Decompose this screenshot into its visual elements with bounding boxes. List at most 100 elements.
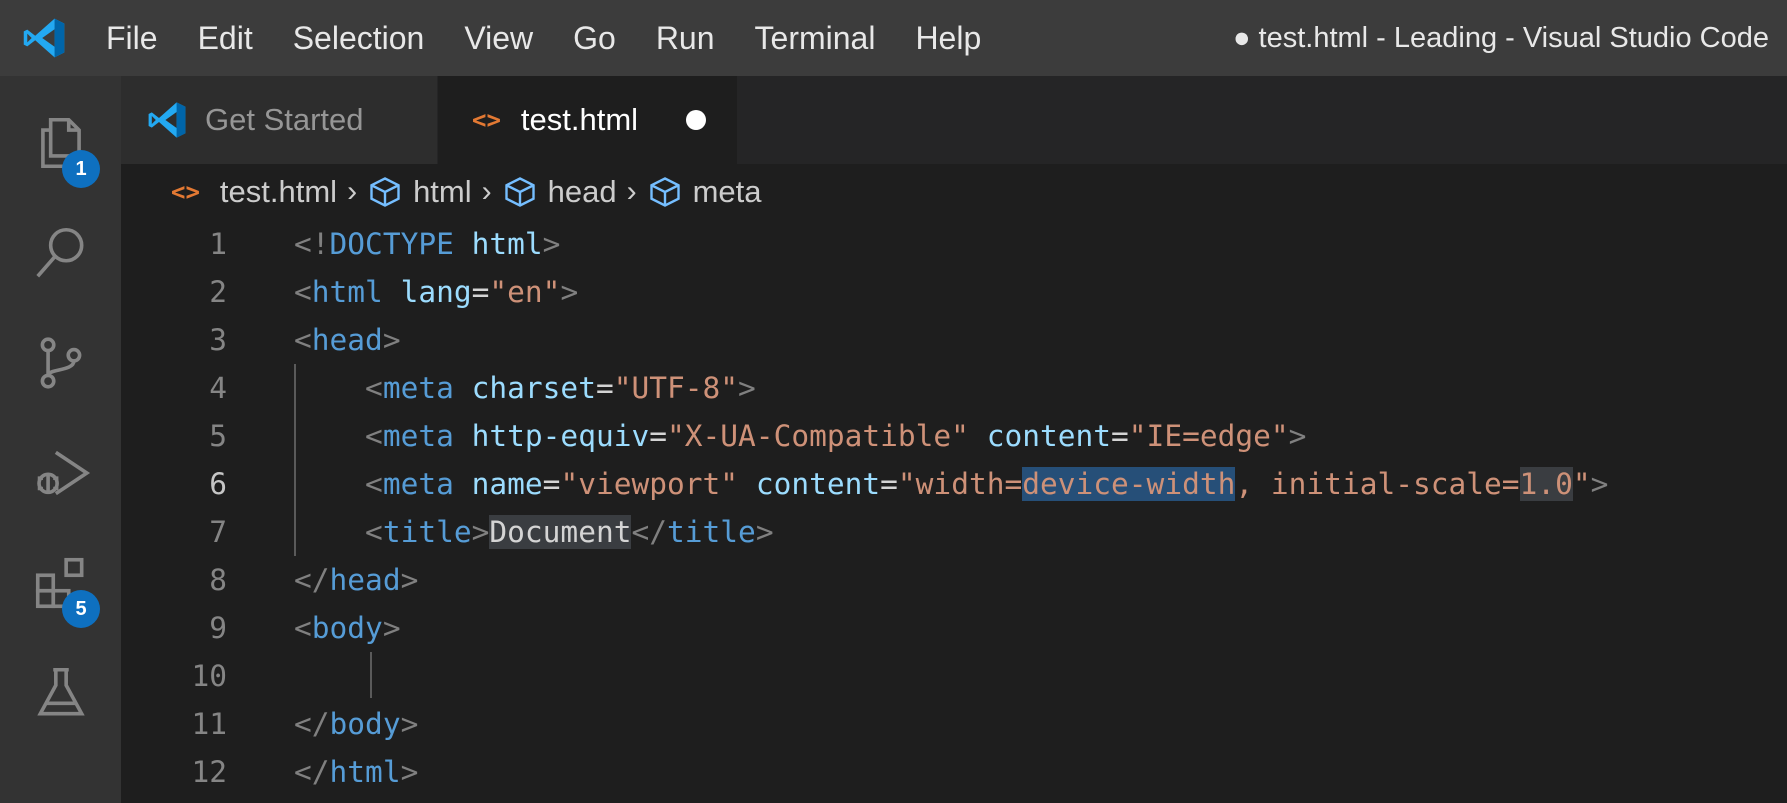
menu-item-terminal[interactable]: Terminal [735, 0, 896, 76]
code-token: "UTF-8" [613, 371, 739, 405]
tab-get-started[interactable]: Get Started [121, 76, 438, 164]
code-line[interactable]: 5 <meta http-equiv="X-UA-Compatible" con… [121, 412, 1787, 460]
code-line[interactable]: 7 <title>Document</title> [121, 508, 1787, 556]
code-text: <html lang="en"> [294, 275, 578, 309]
tab-label: Get Started [205, 102, 364, 137]
menu-item-help[interactable]: Help [895, 0, 1001, 76]
activity-bar: 1 5 [0, 76, 121, 803]
code-line[interactable]: 4 <meta charset="UTF-8"> [121, 364, 1787, 412]
explorer-button[interactable]: 1 [0, 88, 121, 198]
explorer-badge: 1 [62, 150, 100, 188]
line-number: 3 [209, 323, 227, 357]
testing-button[interactable] [0, 638, 121, 748]
line-number: 11 [191, 707, 227, 741]
menu-item-file[interactable]: File [86, 0, 178, 76]
code-editor[interactable]: 1 <!DOCTYPE html> 2 <html lang="en"> 3 <head>… [121, 220, 1787, 803]
code-token: > [1590, 467, 1609, 501]
breadcrumb-file[interactable]: <> test.html [121, 174, 337, 210]
source-control-button[interactable] [0, 308, 121, 418]
element-cube-icon [504, 177, 535, 207]
search-icon [35, 227, 83, 278]
window-title: ● test.html - Leading - Visual Studio Co… [1232, 21, 1769, 54]
tab-test-html[interactable]: <> test.html [438, 76, 737, 164]
extensions-badge: 5 [62, 590, 100, 628]
code-token: DOCTYPE [329, 227, 454, 261]
code-line[interactable]: 8 </head> [121, 556, 1787, 604]
code-token: <! [294, 227, 330, 261]
code-line[interactable]: 9 <body> [121, 604, 1787, 652]
breadcrumb-label: html [413, 174, 472, 209]
code-token: head [329, 563, 401, 597]
code-token: body [311, 611, 383, 645]
code-line[interactable]: 10 [121, 652, 1787, 700]
code-token: > [1288, 419, 1307, 453]
line-number: 6 [209, 467, 227, 501]
source-control-icon [40, 337, 81, 389]
code-token: meta [382, 467, 454, 501]
code-token: > [560, 275, 579, 309]
chevron-right-icon: › [347, 175, 358, 208]
code-text: </head> [294, 563, 418, 597]
code-text: <title>Document</title> [294, 515, 774, 549]
vscode-logo-icon [23, 18, 65, 58]
code-line[interactable]: 2 <html lang="en"> [121, 268, 1787, 316]
code-token: > [738, 371, 756, 405]
line-number: 4 [209, 371, 227, 405]
code-line[interactable]: 11 </body> [121, 700, 1787, 748]
search-button[interactable] [0, 198, 121, 308]
code-token: content [755, 467, 881, 501]
code-text: <!DOCTYPE html> [294, 227, 560, 261]
code-token: 1.0 [1519, 467, 1573, 501]
menu-item-go[interactable]: Go [553, 0, 636, 76]
code-token: http-equiv [471, 419, 650, 453]
code-text: </html> [294, 755, 418, 789]
code-token: < [294, 275, 312, 309]
code-line[interactable]: 1 <!DOCTYPE html> [121, 220, 1787, 268]
code-text: <meta http-equiv="X-UA-Compatible" conte… [294, 419, 1306, 453]
code-token: Document [489, 515, 632, 549]
element-cube-icon [370, 177, 400, 207]
code-token: meta [382, 419, 454, 453]
code-token: charset [471, 371, 596, 405]
menu-item-run[interactable]: Run [636, 0, 735, 76]
extensions-button[interactable]: 5 [0, 528, 121, 638]
breadcrumb-meta[interactable]: meta [647, 174, 762, 210]
code-token: meta [382, 371, 454, 405]
code-token: title [382, 515, 472, 549]
code-token: > [542, 227, 561, 261]
menu-item-edit[interactable]: Edit [178, 0, 273, 76]
code-token: = [471, 275, 490, 309]
run-debug-button[interactable] [0, 418, 121, 528]
breadcrumb-label: head [547, 174, 617, 209]
code-text: <head> [294, 323, 401, 357]
menu-item-selection[interactable]: Selection [273, 0, 445, 76]
code-token: = [649, 419, 667, 453]
line-number: 5 [209, 419, 227, 453]
code-token: > [400, 563, 419, 597]
code-token: "en" [489, 275, 561, 309]
code-token: = [595, 371, 614, 405]
code-token: title [667, 515, 756, 549]
menu-item-view[interactable]: View [444, 0, 553, 76]
code-line[interactable]: 6 <meta name="viewport" content="width=d… [121, 460, 1787, 508]
breadcrumb-head[interactable]: head [502, 174, 617, 210]
unsaved-dot-icon[interactable] [686, 110, 707, 130]
line-number: 2 [209, 275, 227, 309]
code-line[interactable]: 3 <head> [121, 316, 1787, 364]
breadcrumb-html[interactable]: html [367, 174, 472, 210]
element-cube-icon [649, 177, 680, 207]
code-token: < [365, 419, 383, 453]
code-token: device-width [1022, 467, 1236, 501]
code-token: </ [294, 707, 330, 741]
code-token: < [294, 611, 312, 645]
code-line[interactable]: 12 </html> [121, 748, 1787, 796]
code-token: > [382, 611, 401, 645]
